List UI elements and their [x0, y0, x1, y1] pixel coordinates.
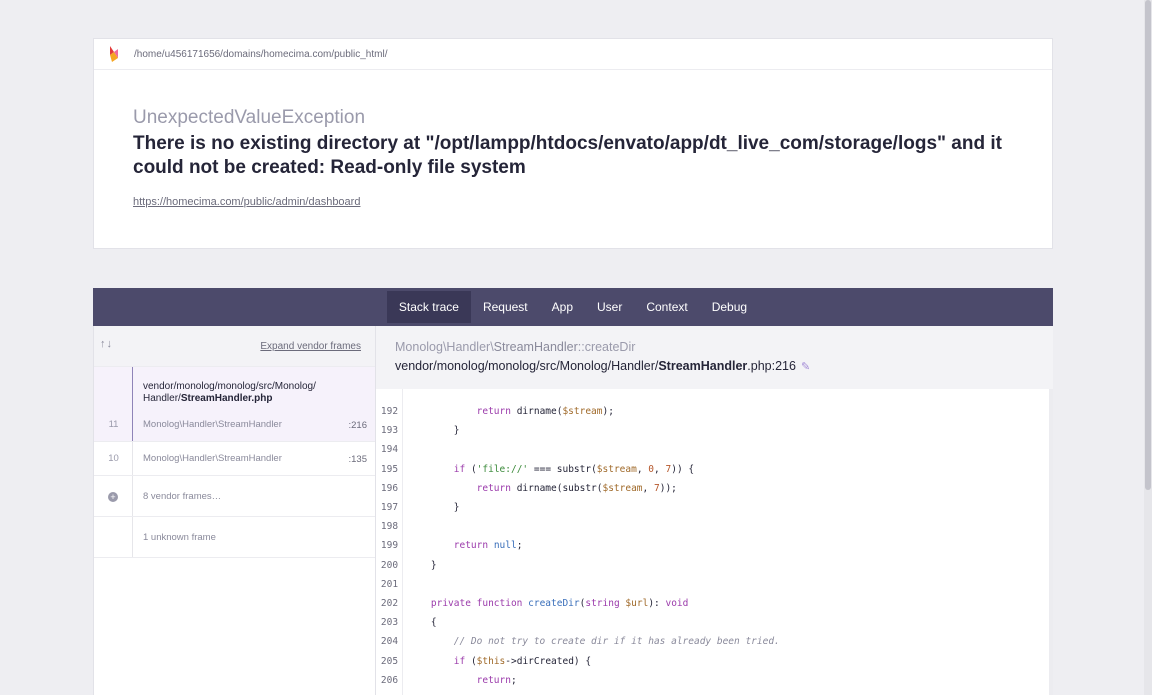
code-line: 193 }	[376, 421, 1036, 440]
code-line-number[interactable]: 204	[376, 632, 403, 651]
code-line-number[interactable]: 195	[376, 460, 403, 479]
code-line-number[interactable]: 198	[376, 517, 403, 536]
frame-class: Monolog\Handler\StreamHandler	[143, 453, 282, 464]
code-line-number[interactable]: 197	[376, 498, 403, 517]
page-scrollbar[interactable]	[1144, 0, 1152, 695]
code-line-number[interactable]: 194	[376, 440, 403, 459]
code-line: 205 if ($this->dirCreated) {	[376, 652, 1036, 671]
project-path: /home/u456171656/domains/homecima.com/pu…	[134, 48, 388, 60]
code-line: 202 private function createDir(string $u…	[376, 594, 1036, 613]
code-line: 200 }	[376, 556, 1036, 575]
frame-number: 11	[108, 419, 119, 430]
frame-class: Monolog\Handler\StreamHandler	[143, 419, 282, 430]
code-line-number[interactable]: 206	[376, 671, 403, 690]
code-line-number[interactable]: 192	[376, 402, 403, 421]
code-line-number[interactable]: 205	[376, 652, 403, 671]
vendor-frames-label: 8 vendor frames…	[143, 491, 222, 502]
tab-app[interactable]: App	[540, 291, 585, 323]
tab-stack-trace[interactable]: Stack trace	[386, 291, 471, 323]
frame-file-title: vendor/monolog/monolog/src/Monolog/Handl…	[395, 359, 810, 373]
code-line: 203 {	[376, 613, 1036, 632]
code-line-source: if ($this->dirCreated) {	[453, 655, 592, 667]
frame-line-number: :216	[348, 420, 368, 431]
edit-pencil-icon[interactable]: ✎	[801, 361, 810, 373]
ignition-logo-icon	[108, 46, 120, 62]
code-line-number[interactable]: 196	[376, 479, 403, 498]
unknown-frame-label: 1 unknown frame	[143, 532, 216, 543]
expand-plus-icon: +	[108, 492, 118, 502]
frame-method-name: ::createDir	[577, 340, 636, 354]
code-line-number[interactable]: 199	[376, 536, 403, 555]
tab-debug[interactable]: Debug	[700, 291, 759, 323]
code-line-source: if ('file://' === substr($stream, 0, 7))…	[453, 463, 695, 475]
tab-request[interactable]: Request	[471, 291, 540, 323]
stack-frames-panel: ↑↓ Expand vendor frames vendor/monolog/m…	[93, 326, 376, 695]
code-line: 197 }	[376, 498, 1036, 517]
code-line-source: return dirname(substr($stream, 7));	[476, 482, 677, 494]
code-header: Monolog\Handler\StreamHandler::createDir…	[376, 326, 1053, 389]
code-line-source: return null;	[453, 540, 523, 552]
code-line: 206 return;	[376, 671, 1036, 690]
frame-file-path: vendor/monolog/monolog/src/Monolog/ Hand…	[94, 367, 375, 405]
code-line: 196 return dirname(substr($stream, 7));	[376, 479, 1036, 498]
code-line: 199 return null;	[376, 536, 1036, 555]
code-line-source: return dirname($stream);	[476, 406, 614, 417]
code-snippet: 192 return dirname($stream); 193 } 194 195 …	[376, 389, 1053, 695]
code-line-number[interactable]: 200	[376, 556, 403, 575]
exception-header-card: /home/u456171656/domains/homecima.com/pu…	[93, 38, 1053, 249]
code-line-source: }	[408, 425, 460, 437]
code-line: 201	[376, 575, 1036, 594]
exception-class: UnexpectedValueException	[133, 107, 366, 128]
code-line-source: }	[408, 559, 437, 571]
code-line-source: private function createDir(string $url):…	[430, 598, 689, 609]
frame-method-title: Monolog\Handler\StreamHandler::createDir	[395, 340, 635, 354]
frame-file-suffix: .php:216	[747, 359, 796, 373]
frame-number: 10	[108, 453, 119, 464]
frame-row[interactable]: 11 Monolog\Handler\StreamHandler :216	[94, 411, 375, 436]
code-line-number[interactable]: 202	[376, 594, 403, 613]
code-line-number[interactable]: 203	[376, 613, 403, 632]
frame-number-column	[94, 517, 133, 557]
code-line: 194	[376, 440, 1036, 459]
scrollbar-thumb[interactable]	[1145, 0, 1151, 490]
code-line: 192 return dirname($stream);	[376, 402, 1036, 421]
code-line-source: return;	[476, 674, 517, 686]
tab-bar: Stack trace Request App User Context Deb…	[93, 288, 1053, 326]
code-line: 198	[376, 517, 1036, 536]
selected-frame-group[interactable]: vendor/monolog/monolog/src/Monolog/ Hand…	[94, 367, 375, 442]
frame-file-bold-name: StreamHandler	[658, 359, 748, 373]
expand-vendor-frames-link[interactable]: Expand vendor frames	[260, 341, 361, 352]
frame-row[interactable]: 10 Monolog\Handler\StreamHandler :135	[94, 442, 375, 476]
code-line-source: {	[408, 617, 437, 629]
header-top-bar: /home/u456171656/domains/homecima.com/pu…	[94, 39, 1052, 70]
frame-class-prefix: Monolog\Handler\	[395, 340, 494, 354]
vendor-frames-group[interactable]: + 8 vendor frames…	[94, 476, 375, 517]
unknown-frame-group: 1 unknown frame	[94, 517, 375, 558]
tab-context[interactable]: Context	[634, 291, 699, 323]
code-line: 204 // Do not try to create dir if it ha…	[376, 632, 1036, 651]
frame-navigation-arrows-icon[interactable]: ↑↓	[100, 338, 113, 350]
code-line-number[interactable]: 201	[376, 575, 403, 594]
frame-file-name: StreamHandler.php	[180, 393, 273, 404]
exception-message: There is no existing directory at "/opt/…	[133, 133, 1002, 178]
code-line-number[interactable]: 193	[376, 421, 403, 440]
frame-file-prefix: vendor/monolog/monolog/src/Monolog/Handl…	[395, 359, 659, 373]
frame-class-name: StreamHandler	[493, 340, 578, 354]
code-line-source: }	[408, 502, 460, 513]
frame-line-number: :135	[348, 454, 368, 465]
tab-user[interactable]: User	[585, 291, 634, 323]
code-line: 195 if ('file://' === substr($stream, 0,…	[376, 460, 1036, 479]
code-line-source: // Do not try to create dir if it has al…	[453, 636, 780, 648]
frame-file-path-line1: vendor/monolog/monolog/src/Monolog/	[143, 381, 316, 392]
frames-panel-header: ↑↓ Expand vendor frames	[94, 326, 375, 367]
frame-file-path-dir: Handler/	[143, 393, 181, 404]
request-url-link[interactable]: https://homecima.com/public/admin/dashbo…	[133, 196, 360, 208]
